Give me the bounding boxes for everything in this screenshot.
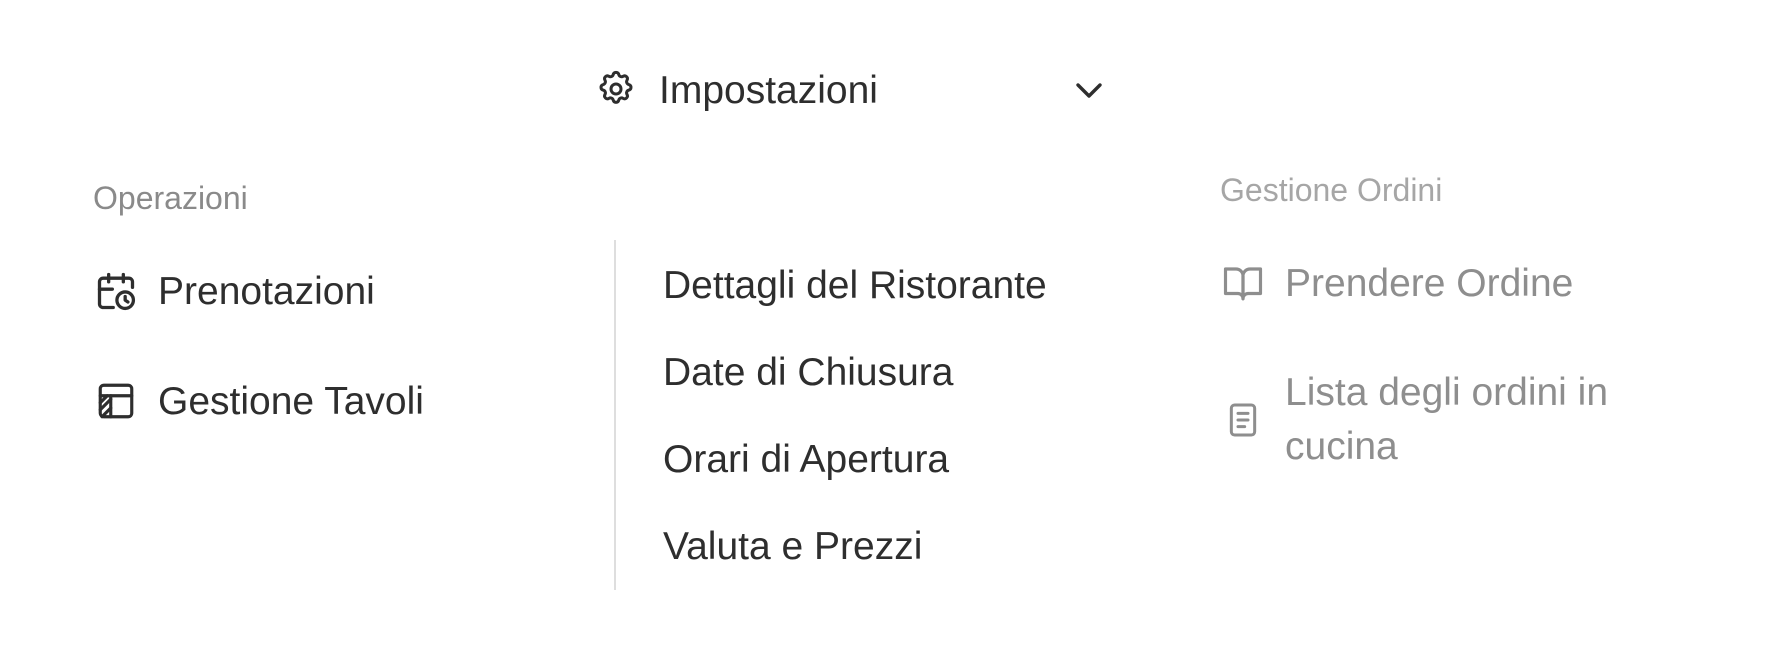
nav-item-label: Prenotazioni: [158, 269, 375, 313]
table-layout-icon: [93, 378, 139, 424]
submenu-item-orari-apertura[interactable]: Orari di Apertura: [663, 440, 949, 479]
nav-item-label: Lista degli ordini in cucina: [1285, 371, 1609, 468]
settings-dropdown-toggle[interactable]: Impostazioni: [596, 64, 1106, 118]
nav-item-prenotazioni[interactable]: Prenotazioni: [93, 268, 375, 314]
document-list-icon: [1220, 397, 1266, 443]
nav-item-gestione-tavoli[interactable]: Gestione Tavoli: [93, 378, 424, 424]
nav-item-label: Gestione Tavoli: [158, 379, 424, 423]
calendar-clock-icon: [93, 268, 139, 314]
submenu-item-date-chiusura[interactable]: Date di Chiusura: [663, 353, 953, 392]
operations-section-label: Operazioni: [93, 180, 248, 216]
submenu-item-dettagli-ristorante[interactable]: Dettagli del Ristorante: [663, 266, 1047, 305]
nav-item-lista-ordini-cucina[interactable]: Lista degli ordini in cucina: [1220, 366, 1645, 474]
orders-section-label: Gestione Ordini: [1220, 172, 1443, 208]
book-open-icon: [1220, 260, 1266, 306]
settings-label: Impostazioni: [659, 69, 878, 112]
nav-item-prendere-ordine[interactable]: Prendere Ordine: [1220, 260, 1573, 306]
submenu-divider: [614, 240, 616, 590]
nav-item-label: Prendere Ordine: [1285, 261, 1574, 305]
gear-icon: [596, 69, 640, 113]
chevron-down-icon: [1072, 76, 1106, 106]
settings-navigation-menu: Impostazioni Operazioni Prenotazioni Ges…: [0, 0, 1787, 648]
submenu-item-valuta-prezzi[interactable]: Valuta e Prezzi: [663, 527, 922, 566]
